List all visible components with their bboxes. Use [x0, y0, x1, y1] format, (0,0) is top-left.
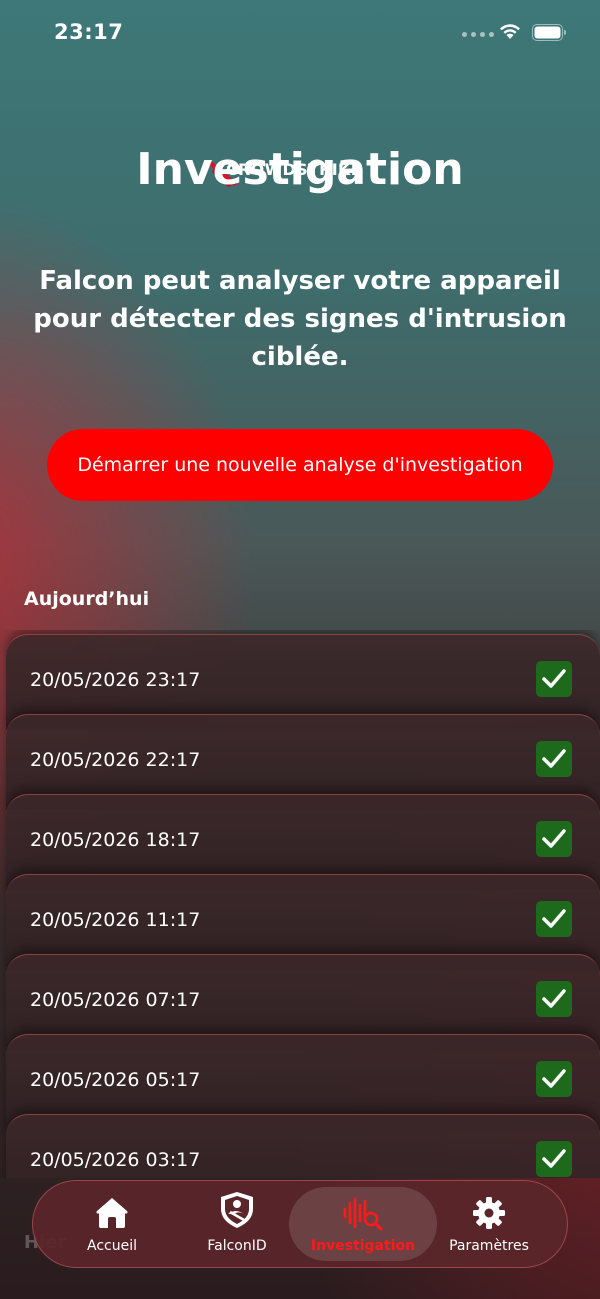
scan-history-list[interactable]: 20/05/2026 23:17 20/05/2026 22:17 20/05/…	[0, 630, 600, 1178]
investigation-icon	[343, 1197, 383, 1231]
signal-dots-icon	[462, 32, 494, 37]
tab-label: Accueil	[87, 1238, 137, 1254]
start-investigation-label: Démarrer une nouvelle analyse d'investig…	[77, 454, 523, 476]
tab-label: Paramètres	[449, 1238, 529, 1254]
tab-parametres[interactable]: Paramètres	[422, 1181, 556, 1267]
home-icon	[96, 1198, 128, 1228]
scan-date: 20/05/2026 22:17	[30, 749, 201, 771]
status-bar: 23:17	[0, 0, 600, 64]
tab-falconid[interactable]: FalconID	[170, 1181, 304, 1267]
start-investigation-button[interactable]: Démarrer une nouvelle analyse d'investig…	[47, 429, 553, 501]
wifi-icon	[500, 24, 520, 39]
tab-investigation[interactable]: Investigation	[296, 1181, 430, 1267]
scan-history-row[interactable]: 20/05/2026 03:17	[6, 1114, 600, 1178]
scan-date: 20/05/2026 18:17	[30, 829, 201, 851]
check-icon	[536, 1141, 572, 1177]
check-icon	[536, 1061, 572, 1097]
tab-label: Investigation	[310, 1238, 416, 1254]
tab-label: FalconID	[207, 1238, 267, 1254]
status-time: 23:17	[54, 20, 124, 44]
check-icon	[536, 661, 572, 697]
shield-icon	[221, 1192, 253, 1228]
section-label-today: Aujourd’hui	[24, 588, 150, 610]
scan-date: 20/05/2026 07:17	[30, 989, 201, 1011]
check-icon	[536, 741, 572, 777]
check-icon	[536, 981, 572, 1017]
scan-date: 20/05/2026 23:17	[30, 669, 201, 691]
scan-date: 20/05/2026 03:17	[30, 1149, 201, 1171]
tab-accueil[interactable]: Accueil	[45, 1181, 179, 1267]
check-icon	[536, 821, 572, 857]
battery-icon	[532, 24, 566, 41]
tab-bar: Accueil FalconID Investigation Paramètre…	[32, 1180, 568, 1268]
scan-date: 20/05/2026 05:17	[30, 1069, 201, 1091]
brand-logo: CROWDSTRIKE	[0, 78, 600, 187]
check-icon	[536, 901, 572, 937]
page-description: Falcon peut analyser votre appareil pour…	[33, 266, 567, 372]
page-title: Investigation	[136, 144, 464, 195]
gear-icon	[473, 1197, 505, 1229]
scan-date: 20/05/2026 11:17	[30, 909, 201, 931]
